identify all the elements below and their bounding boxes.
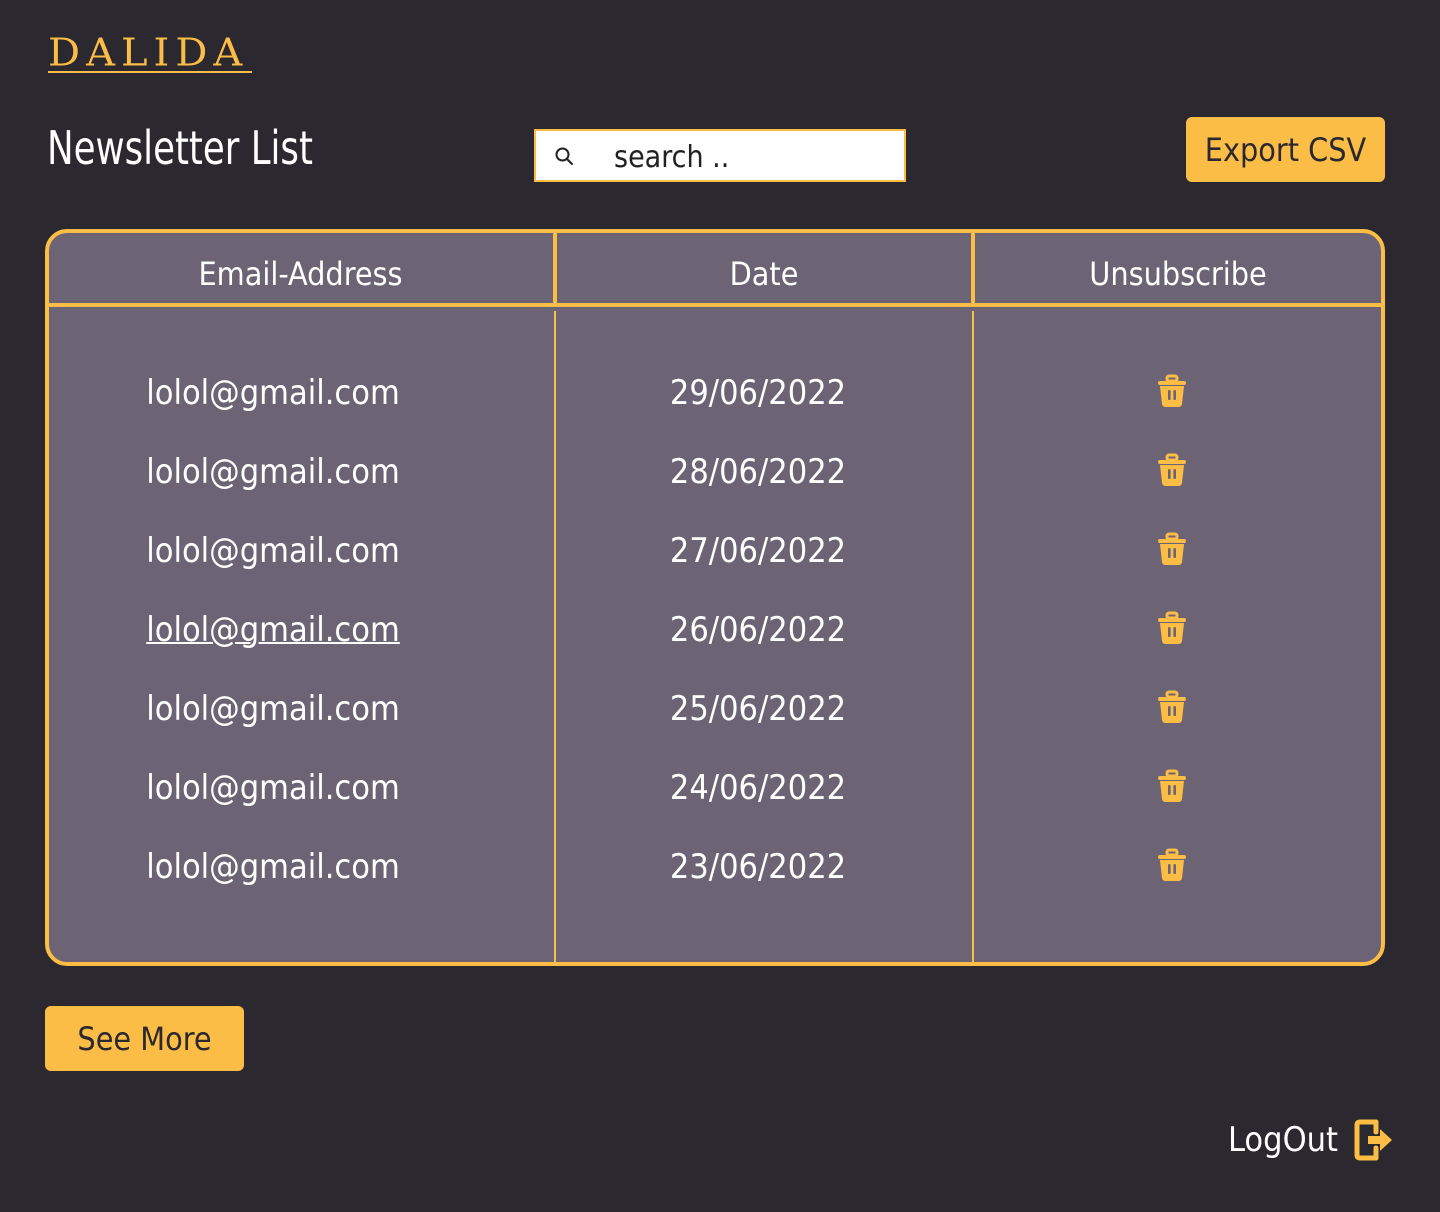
logout-button[interactable]: LogOut	[1228, 1110, 1394, 1170]
newsletter-table: Email-Address Date Unsubscribe lolol@gma…	[45, 229, 1385, 966]
email-link[interactable]: lolol@gmail.com	[146, 847, 400, 887]
table-row: lolol@gmail.com 27/06/2022	[49, 512, 1381, 591]
email-cell: lolol@gmail.com	[49, 749, 497, 828]
date-cell: 29/06/2022	[669, 373, 847, 413]
search-input[interactable]	[612, 137, 896, 177]
table-row: lolol@gmail.com 24/06/2022	[49, 749, 1381, 828]
trash-icon[interactable]	[1155, 690, 1189, 724]
trash-icon[interactable]	[1155, 374, 1189, 408]
email-cell: lolol@gmail.com	[49, 512, 497, 591]
email-cell: lolol@gmail.com	[49, 670, 497, 749]
search-box[interactable]	[534, 129, 906, 182]
email-link[interactable]: lolol@gmail.com	[146, 689, 400, 729]
logo-underline	[48, 71, 252, 73]
date-cell: 25/06/2022	[669, 689, 847, 729]
date-cell: 28/06/2022	[669, 452, 847, 492]
search-icon	[555, 147, 573, 165]
trash-icon[interactable]	[1155, 611, 1189, 645]
email-link[interactable]: lolol@gmail.com	[146, 531, 400, 571]
column-header-email: Email-Address	[198, 255, 403, 293]
column-header-unsubscribe: Unsubscribe	[1089, 255, 1267, 293]
date-cell: 27/06/2022	[669, 531, 847, 571]
page-title: Newsletter List	[47, 121, 313, 175]
email-link[interactable]: lolol@gmail.com	[146, 452, 400, 492]
date-cell: 26/06/2022	[669, 610, 847, 650]
email-cell: lolol@gmail.com	[49, 828, 497, 907]
date-cell: 24/06/2022	[669, 768, 847, 808]
table-row: lolol@gmail.com 28/06/2022	[49, 433, 1381, 512]
trash-icon[interactable]	[1155, 453, 1189, 487]
table-row: lolol@gmail.com 29/06/2022	[49, 354, 1381, 433]
table-row: lolol@gmail.com 26/06/2022	[49, 591, 1381, 670]
table-header: Email-Address Date Unsubscribe	[49, 233, 1381, 307]
email-cell: lolol@gmail.com	[49, 354, 497, 433]
date-cell: 23/06/2022	[669, 847, 847, 887]
see-more-button[interactable]: See More	[45, 1006, 244, 1071]
brand-logo[interactable]: DALIDA	[48, 31, 248, 75]
logout-icon	[1354, 1119, 1393, 1161]
column-header-date: Date	[729, 255, 799, 293]
table-row: lolol@gmail.com 23/06/2022	[49, 828, 1381, 907]
email-link[interactable]: lolol@gmail.com	[146, 768, 400, 808]
table-row: lolol@gmail.com 25/06/2022	[49, 670, 1381, 749]
email-link[interactable]: lolol@gmail.com	[146, 373, 400, 413]
trash-icon[interactable]	[1155, 769, 1189, 803]
export-csv-button[interactable]: Export CSV	[1186, 117, 1385, 182]
trash-icon[interactable]	[1155, 848, 1189, 882]
email-link[interactable]: lolol@gmail.com	[146, 610, 400, 650]
email-cell: lolol@gmail.com	[49, 433, 497, 512]
logout-label: LogOut	[1228, 1120, 1339, 1160]
email-cell: lolol@gmail.com	[49, 591, 497, 670]
trash-icon[interactable]	[1155, 532, 1189, 566]
